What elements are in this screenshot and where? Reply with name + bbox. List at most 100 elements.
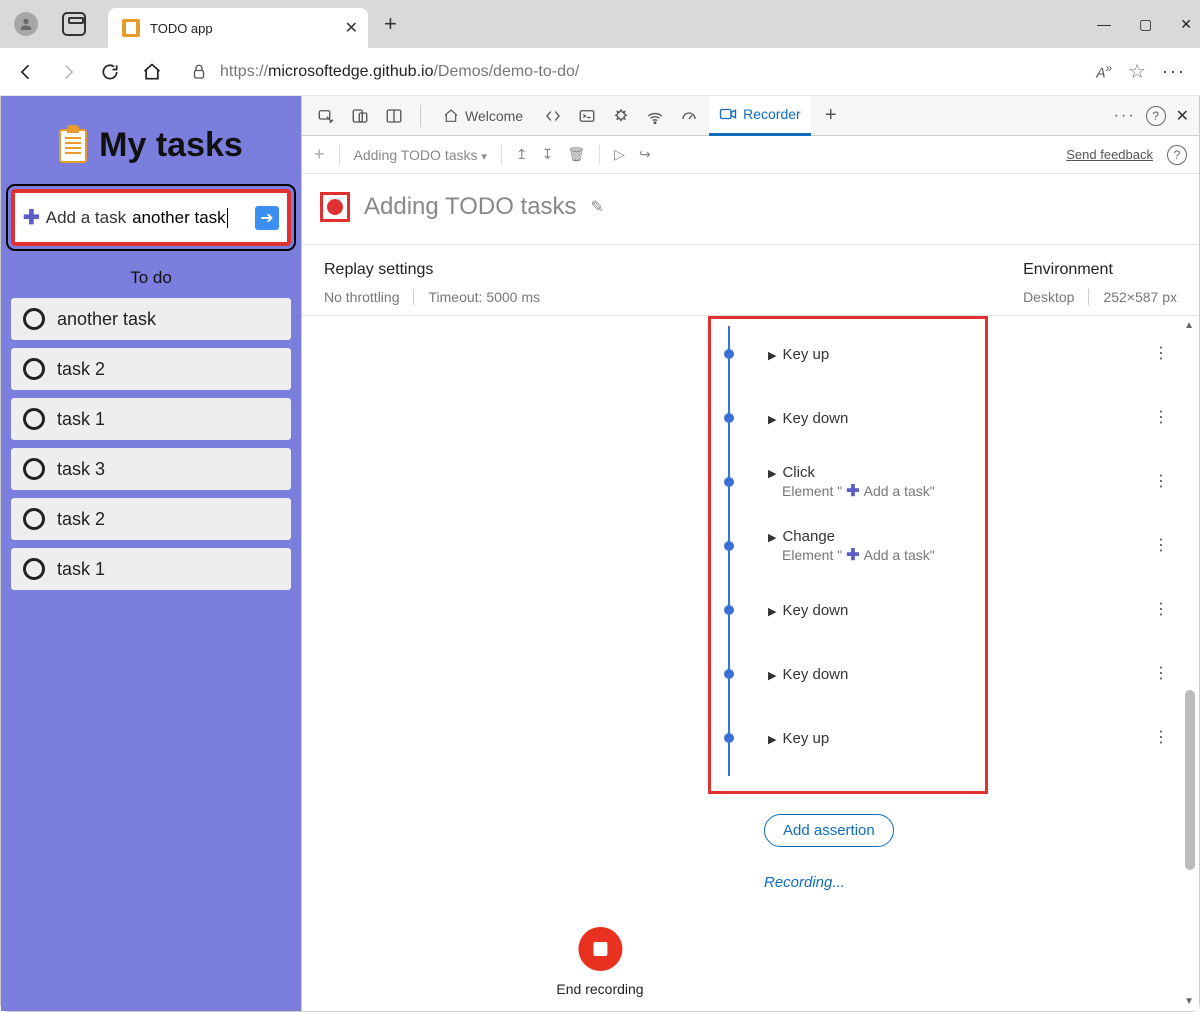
- add-assertion-button[interactable]: Add assertion: [764, 814, 894, 847]
- performance-icon[interactable]: [675, 102, 703, 130]
- sources-icon[interactable]: [607, 102, 635, 130]
- step-row[interactable]: ▶Key down⋮: [718, 386, 1159, 450]
- step-row[interactable]: ▶Key up⋮: [718, 322, 1159, 386]
- step-menu-icon[interactable]: ⋮: [1153, 352, 1169, 356]
- devtools-tab-strip: Welcome Recorder + ··· ? ✕: [302, 96, 1199, 136]
- device-emulation-icon[interactable]: [346, 102, 374, 130]
- tab-welcome[interactable]: Welcome: [433, 96, 533, 136]
- expand-icon[interactable]: ▶: [768, 669, 776, 682]
- tab-actions-icon[interactable]: [62, 12, 86, 36]
- step-menu-icon[interactable]: ⋮: [1153, 672, 1169, 676]
- more-tabs-button[interactable]: +: [817, 102, 845, 130]
- step-icon[interactable]: ↪: [639, 146, 651, 163]
- devtools-more-icon[interactable]: ···: [1114, 107, 1136, 125]
- task-label: another task: [57, 309, 156, 330]
- profile-avatar[interactable]: [14, 12, 38, 36]
- address-bar[interactable]: https://microsoftedge.github.io/Demos/de…: [180, 54, 1082, 90]
- step-menu-icon[interactable]: ⋮: [1153, 736, 1169, 740]
- step-row[interactable]: ▶Key down⋮: [718, 578, 1159, 642]
- task-radio[interactable]: [23, 408, 45, 430]
- task-item[interactable]: task 1: [11, 398, 291, 440]
- favorite-icon[interactable]: ☆: [1128, 59, 1146, 84]
- expand-icon[interactable]: ▶: [768, 531, 776, 544]
- scrollbar[interactable]: ▲ ▼: [1183, 320, 1197, 1007]
- expand-icon[interactable]: ▶: [768, 605, 776, 618]
- task-item[interactable]: task 3: [11, 448, 291, 490]
- recording-indicator: [320, 192, 350, 222]
- more-menu-icon[interactable]: ···: [1162, 61, 1186, 82]
- minimize-button[interactable]: —: [1097, 16, 1111, 32]
- recording-status: Recording...: [764, 874, 845, 891]
- close-window-button[interactable]: ✕: [1180, 16, 1192, 33]
- recording-title: Adding TODO tasks: [364, 193, 577, 221]
- elements-icon[interactable]: [539, 102, 567, 130]
- step-menu-icon[interactable]: ⋮: [1153, 480, 1169, 484]
- devtools-panel: Welcome Recorder + ··· ? ✕ + Adding TODO…: [301, 96, 1199, 1011]
- task-item[interactable]: task 2: [11, 498, 291, 540]
- dock-icon[interactable]: [380, 102, 408, 130]
- help-icon[interactable]: ?: [1146, 106, 1166, 126]
- inspect-icon[interactable]: [312, 102, 340, 130]
- read-aloud-icon[interactable]: A»: [1096, 62, 1112, 81]
- export-icon[interactable]: ↧: [542, 146, 554, 163]
- tab-close-icon[interactable]: ✕: [345, 18, 358, 38]
- forward-button: [54, 58, 82, 86]
- tab-recorder[interactable]: Recorder: [709, 96, 811, 136]
- step-label: Key down: [782, 410, 848, 427]
- task-item[interactable]: task 2: [11, 348, 291, 390]
- step-row[interactable]: ▶Key down⋮: [718, 642, 1159, 706]
- step-menu-icon[interactable]: ⋮: [1153, 608, 1169, 612]
- step-row[interactable]: ▶ChangeElement "✚ Add a task"⋮: [718, 514, 1159, 578]
- step-element: Element "✚ Add a task": [768, 481, 1159, 501]
- task-item[interactable]: task 1: [11, 548, 291, 590]
- new-tab-button[interactable]: +: [384, 11, 397, 37]
- edit-title-icon[interactable]: ✎: [591, 197, 604, 217]
- expand-icon[interactable]: ▶: [768, 349, 776, 362]
- maximize-button[interactable]: ▢: [1139, 16, 1152, 33]
- throttling-value[interactable]: No throttling: [324, 289, 399, 305]
- replay-settings-header: Replay settings: [324, 261, 540, 279]
- timeout-value[interactable]: Timeout: 5000 ms: [428, 289, 540, 305]
- network-icon[interactable]: [641, 102, 669, 130]
- task-radio[interactable]: [23, 458, 45, 480]
- task-radio[interactable]: [23, 308, 45, 330]
- task-radio[interactable]: [23, 358, 45, 380]
- new-recording-button[interactable]: +: [314, 144, 325, 165]
- env-dimensions: 252×587 px: [1103, 289, 1177, 305]
- step-label: Key down: [782, 602, 848, 619]
- send-feedback-link[interactable]: Send feedback: [1066, 147, 1153, 162]
- delete-icon[interactable]: 🗑: [567, 146, 585, 163]
- import-icon[interactable]: ↥: [516, 146, 528, 163]
- end-recording-label: End recording: [556, 981, 643, 997]
- recording-dropdown[interactable]: Adding TODO tasks ▾: [354, 147, 487, 163]
- timeline-node-icon: [724, 733, 734, 743]
- add-task-input[interactable]: ✚ Add a task another task ➜: [11, 189, 291, 246]
- expand-icon[interactable]: ▶: [768, 413, 776, 426]
- step-menu-icon[interactable]: ⋮: [1153, 544, 1169, 548]
- back-button[interactable]: [12, 58, 40, 86]
- step-menu-icon[interactable]: ⋮: [1153, 416, 1169, 420]
- refresh-button[interactable]: [96, 58, 124, 86]
- plus-icon: ✚: [846, 545, 859, 565]
- todo-section-label: To do: [11, 268, 291, 288]
- scrollbar-thumb[interactable]: [1185, 690, 1195, 870]
- scroll-up-icon[interactable]: ▲: [1184, 320, 1194, 331]
- replay-icon[interactable]: ▷: [614, 146, 625, 163]
- step-row[interactable]: ▶Key up⋮: [718, 706, 1159, 770]
- task-item[interactable]: another task: [11, 298, 291, 340]
- step-row[interactable]: ▶ClickElement "✚ Add a task"⋮: [718, 450, 1159, 514]
- site-info-icon[interactable]: [190, 63, 208, 81]
- toolbar-help-icon[interactable]: ?: [1167, 145, 1187, 165]
- task-radio[interactable]: [23, 508, 45, 530]
- window-controls: — ▢ ✕: [1097, 16, 1192, 33]
- console-icon[interactable]: [573, 102, 601, 130]
- home-button[interactable]: [138, 58, 166, 86]
- browser-tab[interactable]: TODO app ✕: [108, 8, 368, 48]
- devtools-close-icon[interactable]: ✕: [1176, 106, 1189, 126]
- task-radio[interactable]: [23, 558, 45, 580]
- expand-icon[interactable]: ▶: [768, 733, 776, 746]
- scroll-down-icon[interactable]: ▼: [1184, 996, 1194, 1007]
- expand-icon[interactable]: ▶: [768, 467, 776, 480]
- submit-task-button[interactable]: ➜: [255, 206, 279, 230]
- end-recording-button[interactable]: [578, 927, 622, 971]
